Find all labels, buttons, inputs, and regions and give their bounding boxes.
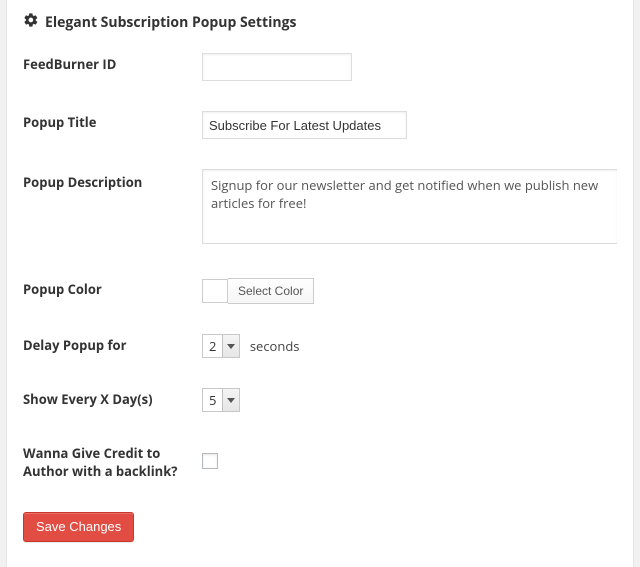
credit-checkbox[interactable] xyxy=(202,453,218,469)
popup-title-label: Popup Title xyxy=(23,96,202,154)
chevron-down-icon xyxy=(222,389,239,411)
save-changes-button[interactable]: Save Changes xyxy=(23,512,134,542)
show-every-value: 5 xyxy=(203,389,222,411)
show-every-select[interactable]: 5 xyxy=(202,388,240,412)
settings-panel: Elegant Subscription Popup Settings Feed… xyxy=(6,0,634,567)
delay-value: 2 xyxy=(203,335,222,357)
panel-heading: Elegant Subscription Popup Settings xyxy=(7,0,633,38)
delay-label: Delay Popup for xyxy=(23,319,202,373)
select-color-button[interactable]: Select Color xyxy=(228,278,314,304)
feedburner-input[interactable] xyxy=(202,53,352,81)
feedburner-label: FeedBurner ID xyxy=(23,38,202,96)
popup-description-label: Popup Description xyxy=(23,154,202,263)
delay-suffix: seconds xyxy=(250,337,300,355)
popup-description-textarea[interactable]: Signup for our newsletter and get notifi… xyxy=(202,169,617,244)
settings-title: Elegant Subscription Popup Settings xyxy=(45,13,296,32)
popup-color-label: Popup Color xyxy=(23,263,202,319)
chevron-down-icon xyxy=(222,335,239,357)
delay-select[interactable]: 2 xyxy=(202,334,240,358)
settings-form: FeedBurner ID Popup Title Popup Descript… xyxy=(7,38,633,542)
show-every-label: Show Every X Day(s) xyxy=(23,373,202,427)
gear-icon xyxy=(23,12,45,32)
credit-label: Wanna Give Credit to Author with a backl… xyxy=(23,427,202,498)
color-swatch[interactable] xyxy=(202,279,228,303)
popup-title-input[interactable] xyxy=(202,111,407,139)
